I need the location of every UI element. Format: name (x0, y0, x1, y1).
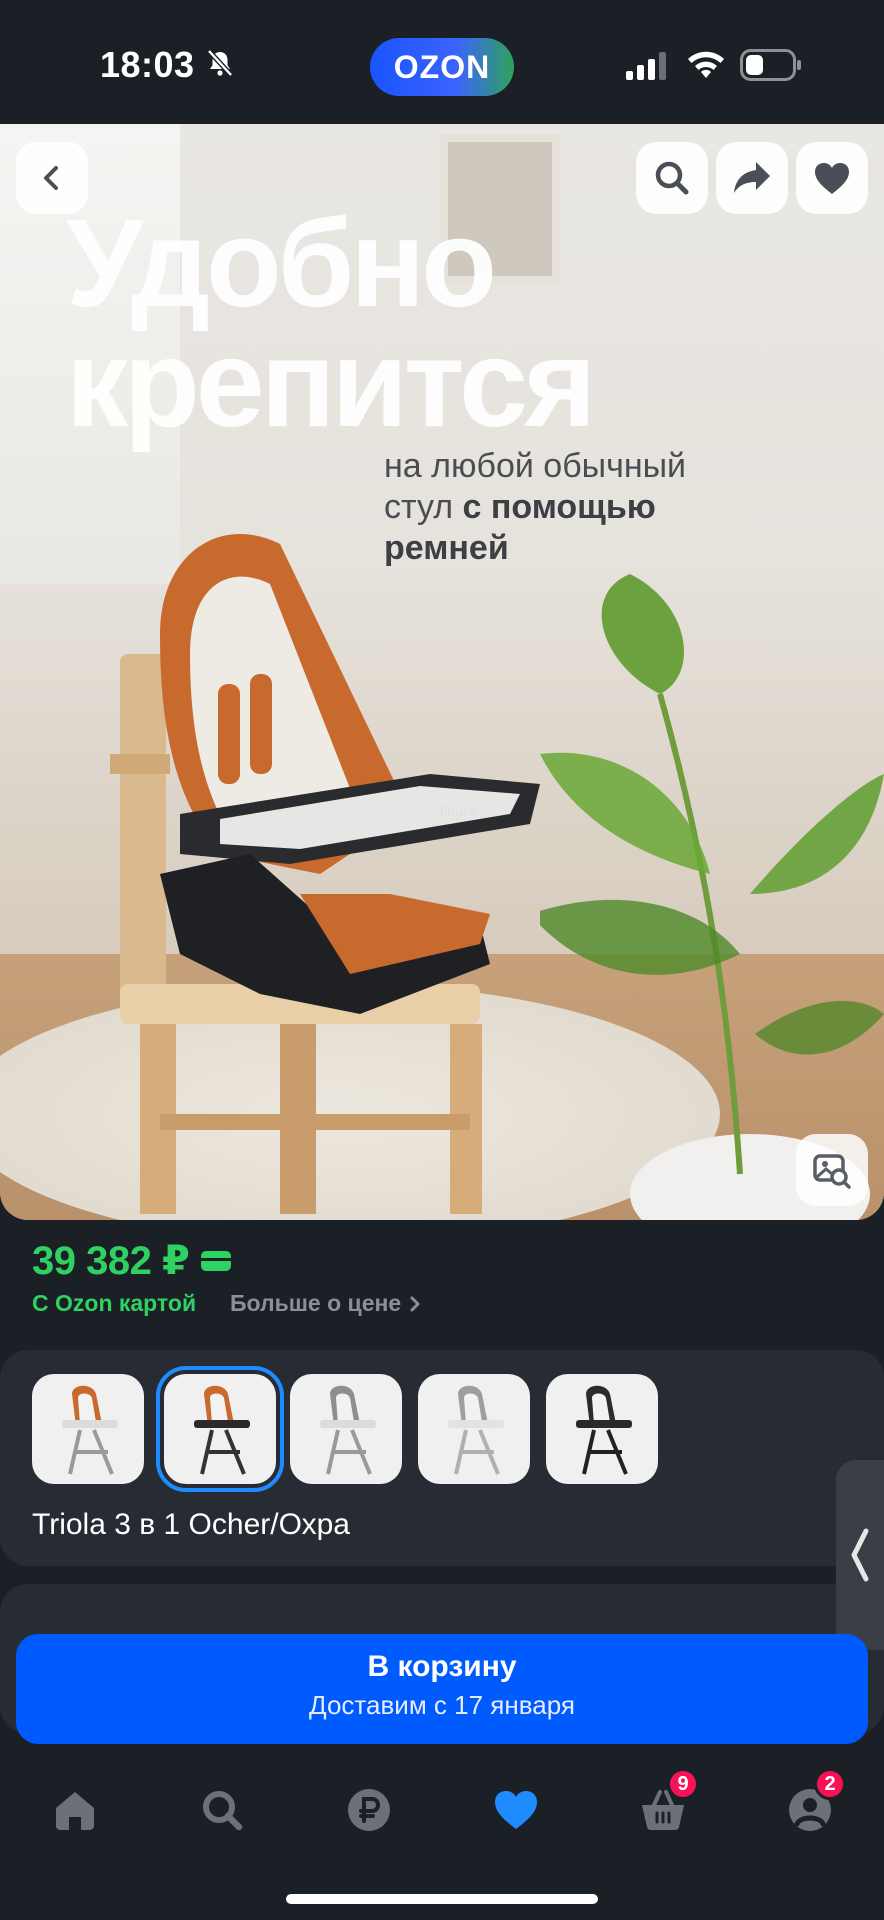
ozon-logo: OZON (370, 38, 514, 96)
chair-thumbnail-image (448, 1385, 504, 1475)
chevron-left-icon (851, 1528, 869, 1582)
variant-thumbnail[interactable] (32, 1374, 144, 1484)
product-image[interactable]: Удобно крепится на любой обычный стул с … (0, 124, 884, 1220)
back-button[interactable] (16, 142, 88, 214)
cart-count-badge: 9 (667, 1768, 699, 1800)
image-search-icon (813, 1154, 851, 1189)
home-indicator (286, 1894, 598, 1904)
chair-brand-label: Pituso (440, 805, 476, 819)
chair-thumbnail-image (320, 1385, 376, 1475)
variant-thumbnail-selected[interactable] (156, 1366, 284, 1492)
delivery-date-label: Доставим с 17 января (309, 1690, 575, 1720)
ruble-icon (348, 1789, 390, 1831)
more-about-price-link[interactable]: Больше о цене (230, 1290, 421, 1317)
tab-profile[interactable]: 2 (780, 1768, 846, 1840)
profile-notification-badge: 2 (814, 1768, 846, 1800)
price-value: 39 382 ₽ (32, 1239, 190, 1283)
tab-search[interactable] (192, 1780, 252, 1840)
share-arrow-icon (734, 162, 770, 193)
add-to-cart-button[interactable]: В корзину Доставим с 17 января (16, 1634, 868, 1744)
cellular-signal-icon (626, 52, 666, 80)
variant-thumbnail[interactable] (418, 1374, 530, 1484)
chevron-left-icon (44, 166, 58, 190)
status-time: 18:03 (100, 44, 195, 85)
add-to-cart-label: В корзину (367, 1650, 517, 1683)
product-page: 18:03 OZON Удобно крепится на любой обыч… (0, 0, 884, 1920)
chevron-right-icon (410, 1296, 420, 1311)
chair-thumbnail-image (194, 1385, 250, 1475)
tab-home[interactable] (45, 1780, 105, 1840)
status-bar: 18:03 OZON (0, 0, 884, 124)
heart-icon (495, 1791, 537, 1829)
share-button[interactable] (716, 142, 788, 214)
battery-icon (740, 49, 801, 81)
tab-cart[interactable]: 9 (633, 1768, 699, 1840)
hero-headline: Удобно крепится (66, 195, 596, 453)
search-button[interactable] (636, 142, 708, 214)
variant-name: Triola 3 в 1 Ocher/Охра (32, 1508, 350, 1541)
search-icon (203, 1791, 243, 1831)
wifi-icon (688, 51, 724, 78)
ozon-card-icon (201, 1251, 232, 1271)
bell-off-icon (207, 49, 233, 77)
high-chair-illustration: Pituso (110, 534, 540, 1214)
side-panel-handle[interactable] (836, 1460, 884, 1650)
heart-icon (815, 163, 849, 194)
visual-search-button[interactable] (796, 1134, 868, 1206)
chair-thumbnail-image (62, 1385, 118, 1475)
variant-thumbnail[interactable] (290, 1374, 402, 1484)
chair-thumbnail-image (576, 1385, 632, 1475)
tab-favorites[interactable] (486, 1780, 546, 1840)
plant-illustration (540, 574, 884, 1220)
price-ozon-card-caption: С Ozon картой (32, 1290, 197, 1316)
variants-card: Triola 3 в 1 Ocher/Охра (0, 1350, 884, 1566)
favorite-button[interactable] (796, 142, 868, 214)
home-icon (56, 1792, 94, 1830)
variant-thumbnail[interactable] (546, 1374, 658, 1484)
search-icon (655, 161, 689, 195)
tab-finance[interactable] (339, 1780, 399, 1840)
price-card: 39 382 ₽ С Ozon картой Больше о цене (0, 1220, 884, 1332)
